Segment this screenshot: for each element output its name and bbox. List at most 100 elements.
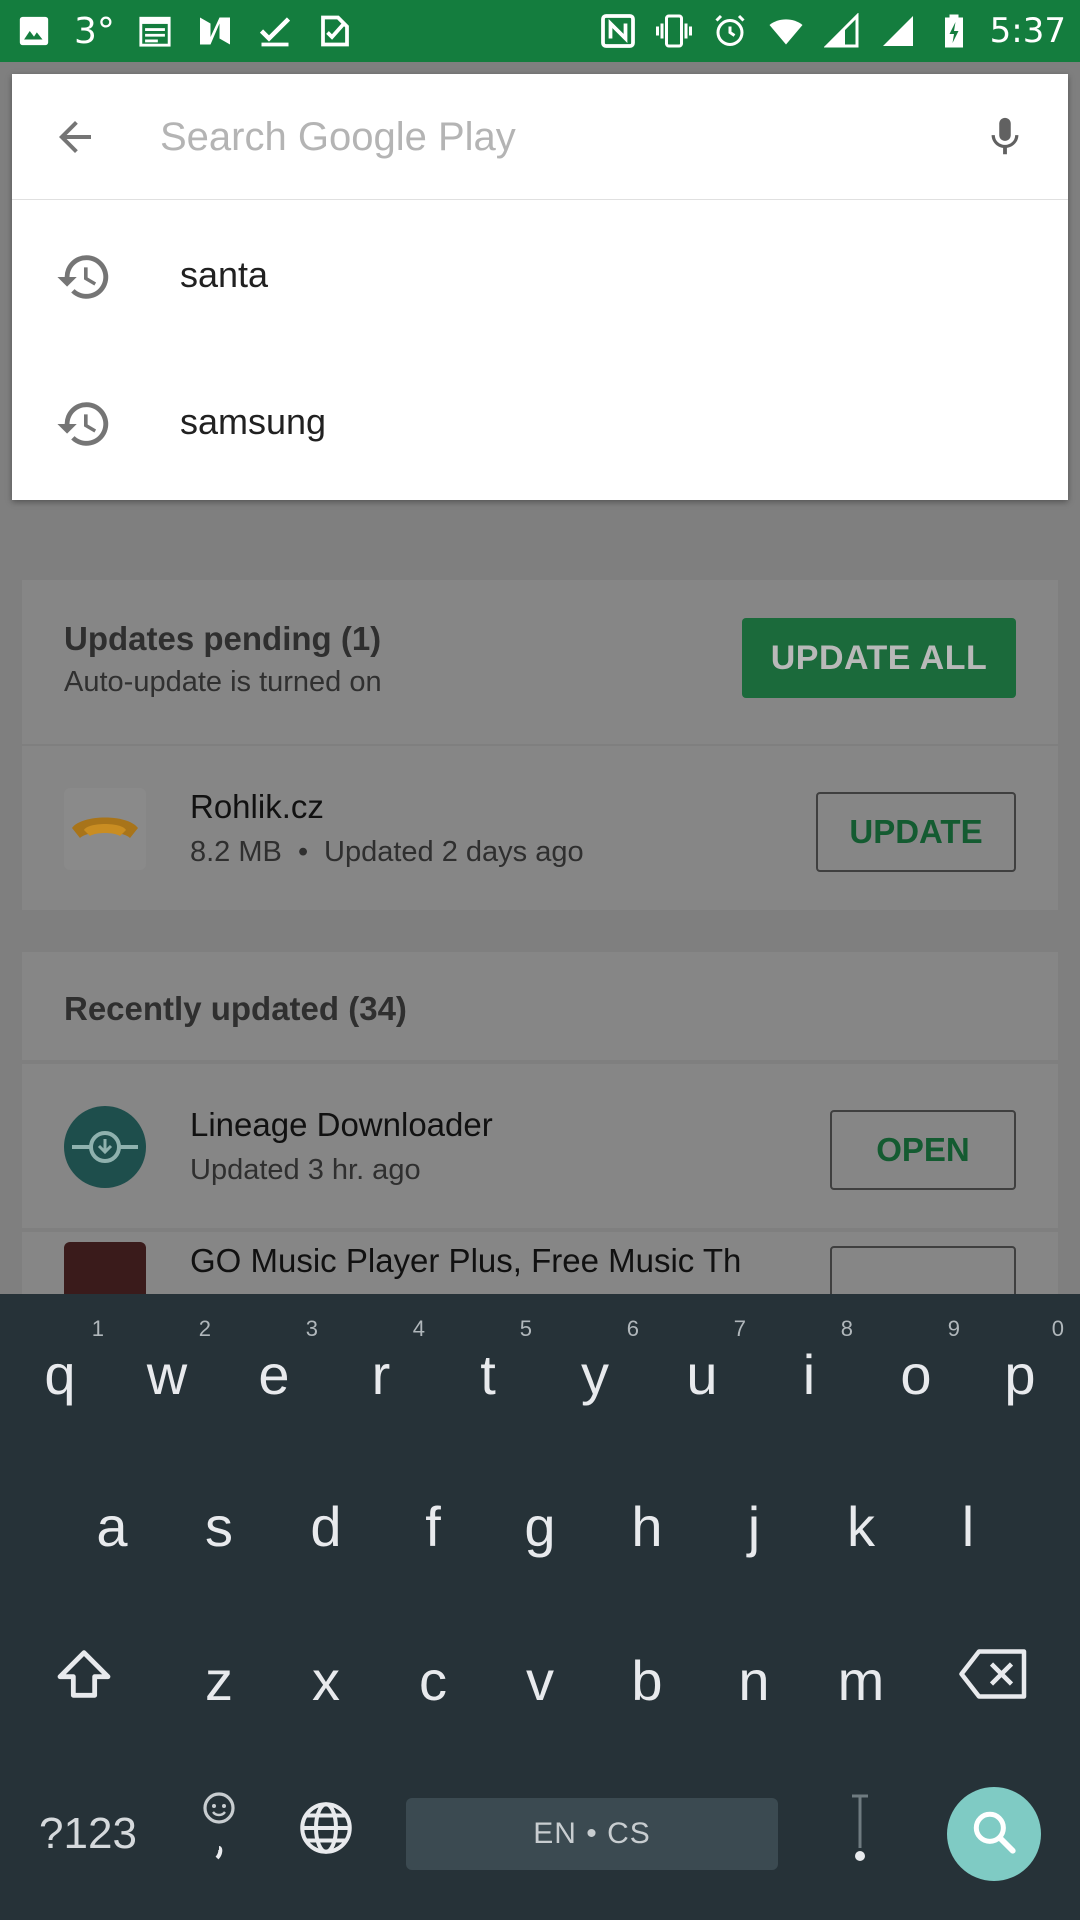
key-w[interactable]: w2 bbox=[119, 1312, 215, 1436]
key-label: r bbox=[371, 1342, 391, 1406]
key-d[interactable]: d bbox=[278, 1464, 374, 1588]
key-m[interactable]: m bbox=[813, 1618, 909, 1742]
app-name: Lineage Downloader bbox=[190, 1106, 493, 1143]
key-x[interactable]: x bbox=[278, 1618, 374, 1742]
app-size: 8.2 MB bbox=[190, 836, 282, 868]
key-label: q bbox=[44, 1342, 76, 1406]
suggestion-item[interactable]: santa bbox=[12, 204, 1068, 350]
key-s[interactable]: s bbox=[171, 1464, 267, 1588]
image-icon bbox=[14, 11, 54, 51]
key-c[interactable]: c bbox=[385, 1618, 481, 1742]
rohlik-app-icon bbox=[64, 788, 146, 870]
shift-icon bbox=[52, 1642, 116, 1719]
key-k[interactable]: k bbox=[813, 1464, 909, 1588]
lineage-app-icon bbox=[64, 1106, 146, 1188]
key-label: w bbox=[146, 1342, 188, 1406]
updates-pending-card: Updates pending (1) Auto-update is turne… bbox=[22, 580, 1058, 744]
key-label: e bbox=[258, 1342, 290, 1406]
key-z[interactable]: z bbox=[171, 1618, 267, 1742]
update-all-button[interactable]: UPDATE ALL bbox=[742, 618, 1016, 698]
key-j[interactable]: j bbox=[706, 1464, 802, 1588]
key-y[interactable]: y6 bbox=[547, 1312, 643, 1436]
key-label: o bbox=[900, 1342, 932, 1406]
key-o[interactable]: o9 bbox=[868, 1312, 964, 1436]
search-input[interactable] bbox=[160, 104, 900, 170]
n-app-icon bbox=[195, 11, 235, 51]
key-v[interactable]: v bbox=[492, 1618, 588, 1742]
suggestion-label: santa bbox=[180, 254, 269, 295]
signal-icon bbox=[878, 11, 918, 51]
key-label: u bbox=[686, 1342, 718, 1406]
list-item[interactable]: Rohlik.cz 8.2 MB • Updated 2 days ago UP… bbox=[22, 746, 1058, 910]
app-name: Rohlik.cz bbox=[190, 788, 324, 825]
keyboard-search-key[interactable] bbox=[947, 1787, 1041, 1881]
emoji-comma-icon bbox=[199, 1788, 239, 1881]
key-hint: 6 bbox=[626, 1316, 639, 1341]
key-n[interactable]: n bbox=[706, 1618, 802, 1742]
key-hint: 1 bbox=[91, 1316, 104, 1341]
app-name: GO Music Player Plus, Free Music Th bbox=[190, 1242, 742, 1279]
search-bar bbox=[12, 74, 1068, 200]
key-p[interactable]: p0 bbox=[972, 1312, 1068, 1436]
key-q[interactable]: q1 bbox=[12, 1312, 108, 1436]
symbols-key[interactable]: ?123 bbox=[36, 1772, 140, 1896]
key-hint: 3 bbox=[305, 1316, 318, 1341]
back-arrow-icon[interactable] bbox=[40, 102, 110, 172]
key-label: i bbox=[802, 1342, 816, 1406]
app-updated-time: Updated 3 hr. ago bbox=[190, 1154, 421, 1186]
history-icon bbox=[54, 247, 114, 307]
key-e[interactable]: e3 bbox=[226, 1312, 322, 1436]
key-hint: 9 bbox=[947, 1316, 960, 1341]
key-i[interactable]: i8 bbox=[761, 1312, 857, 1436]
recently-updated-card: Recently updated (34) bbox=[22, 952, 1058, 1060]
key-hint: 4 bbox=[412, 1316, 425, 1341]
alarm-icon bbox=[710, 11, 750, 51]
signal-icon bbox=[822, 11, 862, 51]
space-bar[interactable]: EN • CS bbox=[406, 1798, 778, 1870]
calendar-icon bbox=[135, 11, 175, 51]
meta-separator: • bbox=[298, 836, 309, 868]
key-g[interactable]: g bbox=[492, 1464, 588, 1588]
key-label: p bbox=[1004, 1342, 1036, 1406]
auto-update-status: Auto-update is turned on bbox=[64, 666, 382, 698]
recently-updated-title: Recently updated (34) bbox=[64, 990, 407, 1027]
battery-charging-icon bbox=[934, 11, 974, 51]
open-button[interactable]: OPEN bbox=[830, 1110, 1016, 1190]
language-key[interactable] bbox=[278, 1772, 374, 1896]
tasks-icon bbox=[315, 11, 355, 51]
key-b[interactable]: b bbox=[599, 1618, 695, 1742]
list-item[interactable]: GO Music Player Plus, Free Music Th bbox=[22, 1232, 1058, 1294]
shift-key[interactable] bbox=[36, 1618, 132, 1742]
key-hint: 5 bbox=[519, 1316, 532, 1341]
app-updated-time: Updated 2 days ago bbox=[324, 836, 584, 868]
period-icon bbox=[845, 1788, 875, 1881]
key-hint: 7 bbox=[733, 1316, 746, 1341]
app-action-button[interactable] bbox=[830, 1246, 1016, 1294]
wifi-icon bbox=[766, 11, 806, 51]
key-a[interactable]: a bbox=[64, 1464, 160, 1588]
key-f[interactable]: f bbox=[385, 1464, 481, 1588]
emoji-key[interactable] bbox=[171, 1772, 267, 1896]
nfc-icon bbox=[598, 11, 638, 51]
backspace-key[interactable] bbox=[946, 1618, 1042, 1742]
suggestion-item[interactable]: samsung bbox=[12, 351, 1068, 497]
key-l[interactable]: l bbox=[920, 1464, 1016, 1588]
backspace-icon bbox=[959, 1647, 1029, 1714]
key-hint: 8 bbox=[840, 1316, 853, 1341]
key-hint: 0 bbox=[1051, 1316, 1064, 1341]
key-label: t bbox=[480, 1342, 496, 1406]
vibrate-icon bbox=[654, 11, 694, 51]
key-h[interactable]: h bbox=[599, 1464, 695, 1588]
microphone-icon[interactable] bbox=[970, 102, 1040, 172]
go-music-app-icon bbox=[64, 1242, 146, 1294]
suggestion-label: samsung bbox=[180, 401, 327, 442]
list-item[interactable]: Lineage Downloader Updated 3 hr. ago OPE… bbox=[22, 1064, 1058, 1228]
key-u[interactable]: u7 bbox=[654, 1312, 750, 1436]
period-key[interactable] bbox=[812, 1772, 908, 1896]
key-t[interactable]: t5 bbox=[440, 1312, 536, 1436]
update-button[interactable]: UPDATE bbox=[816, 792, 1016, 872]
key-hint: 2 bbox=[198, 1316, 211, 1341]
key-r[interactable]: r4 bbox=[333, 1312, 429, 1436]
search-icon bbox=[969, 1807, 1019, 1862]
key-label: y bbox=[581, 1342, 609, 1406]
